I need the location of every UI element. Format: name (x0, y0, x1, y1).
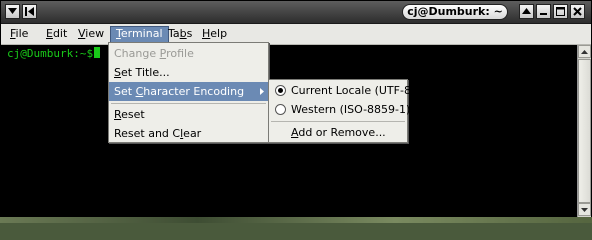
current-locale-label: Current Locale (UTF-8) (291, 84, 416, 97)
add-or-remove-text: dd or Remove... (298, 126, 386, 139)
scroll-down-arrow-icon (581, 207, 588, 212)
triangle-up-icon (522, 8, 531, 14)
menu-terminal-label: erminal (120, 27, 163, 40)
submenu-arrow-icon (260, 88, 264, 95)
desktop-background (0, 217, 592, 223)
scroll-up-button[interactable] (578, 45, 591, 58)
menu-item-change-profile[interactable]: Change Profile (109, 44, 268, 63)
close-button[interactable] (570, 4, 585, 19)
radio-checked-icon[interactable] (275, 85, 286, 96)
menu-edit-label: dit (52, 27, 68, 40)
maximize-button[interactable] (553, 4, 568, 19)
menu-tabs-label: s (186, 27, 193, 40)
encoding-option-current-locale[interactable]: Current Locale (UTF-8) (269, 81, 415, 101)
menu-view-label: iew (85, 27, 105, 40)
menu-view[interactable]: View (73, 26, 109, 43)
set-title-mnemonic: S (114, 66, 121, 79)
shade-button[interactable] (22, 4, 37, 19)
set-encoding-prefix: Set (114, 85, 136, 98)
set-title-label: et Title... (120, 66, 170, 79)
menu-help[interactable]: Help (197, 26, 232, 43)
menu-tabs-prefix: Ta (168, 27, 180, 40)
set-encoding-label: haracter Encoding (143, 85, 245, 98)
vertical-scrollbar[interactable] (577, 45, 591, 217)
character-encoding-submenu: Current Locale (UTF-8) Western (ISO-8859… (268, 79, 415, 143)
prompt-text: cj@Dumburk:~$ (7, 47, 94, 60)
scroll-thumb[interactable] (578, 59, 591, 203)
window-title: cj@Dumburk: ~ (402, 4, 508, 20)
menu-file-label: ile (15, 27, 29, 40)
menu-terminal[interactable]: Terminal (110, 26, 169, 43)
menu-tabs-mnemonic: b (179, 27, 187, 40)
encoding-add-or-remove[interactable]: Add or Remove... (269, 123, 407, 143)
encoding-option-western[interactable]: Western (ISO-8859-1) (269, 100, 411, 120)
minimize-icon (540, 13, 547, 15)
menu-item-set-character-encoding[interactable]: Set Character Encoding (109, 82, 268, 101)
scroll-up-arrow-icon (581, 49, 588, 54)
scroll-down-button[interactable] (578, 203, 591, 216)
menu-edit-mnemonic: E (46, 27, 53, 40)
menu-tabs[interactable]: Tabs (163, 26, 197, 43)
window-menu-button[interactable] (5, 4, 20, 19)
reset-clear-label: ear (183, 127, 202, 140)
triangle-down-icon (8, 8, 17, 14)
arrow-left-icon (25, 7, 34, 16)
terminal-menu-dropdown: Change Profile Set Title... Set Characte… (108, 42, 269, 143)
text-cursor (94, 47, 101, 58)
reset-label: eset (121, 108, 145, 121)
menu-separator (111, 103, 266, 104)
change-profile-label: rofile (166, 47, 194, 60)
menu-item-reset-and-clear[interactable]: Reset and Clear (109, 124, 268, 143)
raise-button[interactable] (519, 4, 534, 19)
title-bar[interactable]: cj@Dumburk: ~ (1, 1, 591, 24)
menu-item-reset[interactable]: Reset (109, 105, 268, 124)
maximize-icon (556, 7, 565, 16)
radio-unchecked-icon[interactable] (275, 104, 286, 115)
menu-file[interactable]: File (5, 26, 33, 43)
menu-item-set-title[interactable]: Set Title... (109, 63, 268, 82)
western-label: Western (ISO-8859-1) (291, 103, 411, 116)
menu-edit[interactable]: Edit (41, 26, 72, 43)
shell-prompt: cj@Dumburk:~$ (7, 47, 101, 60)
change-profile-prefix: Change (114, 47, 160, 60)
minimize-button[interactable] (536, 4, 551, 19)
menu-help-label: elp (210, 27, 228, 40)
close-icon (573, 7, 582, 16)
reset-clear-prefix: Reset and C (114, 127, 181, 140)
submenu-separator (271, 121, 405, 122)
menu-bar: File Edit View Terminal Tabs Help (1, 24, 591, 45)
add-or-remove-label: Add or Remove... (291, 123, 386, 143)
